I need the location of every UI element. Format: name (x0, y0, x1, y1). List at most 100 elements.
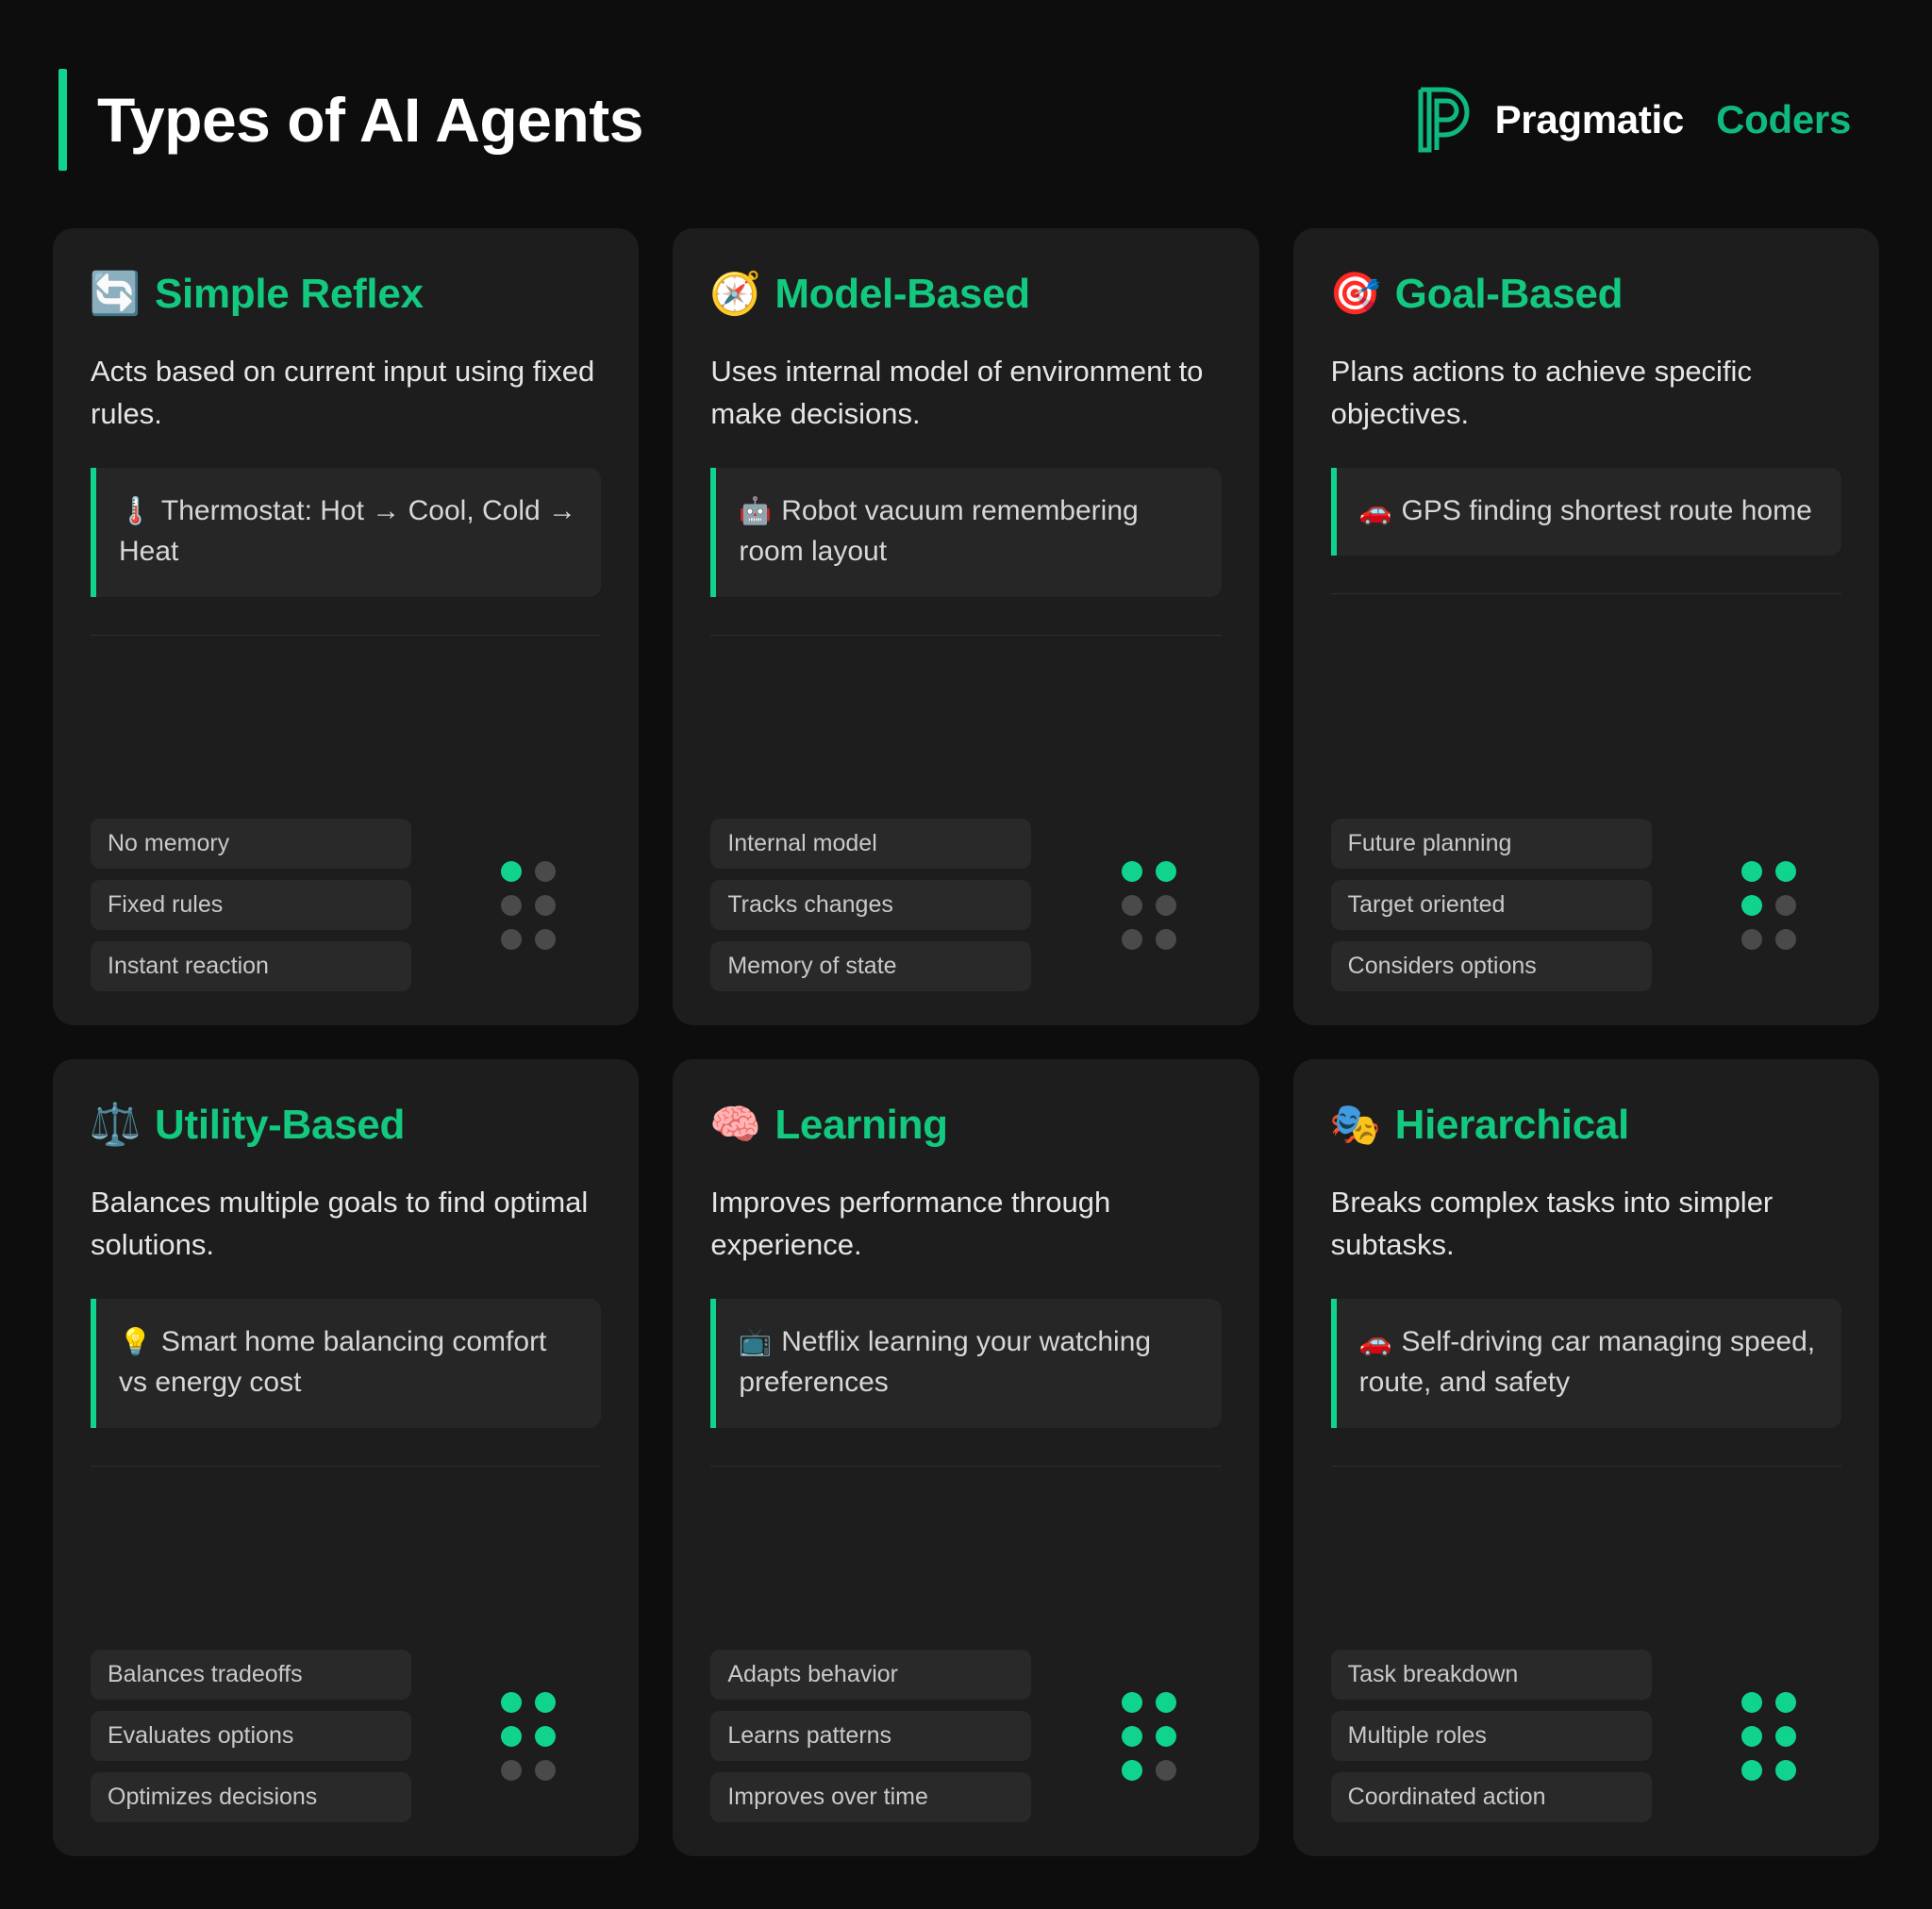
tag-chip: Memory of state (710, 941, 1032, 991)
tag-chip: Tracks changes (710, 880, 1032, 930)
tag-chip: Improves over time (710, 1772, 1032, 1822)
level-dot-empty (1121, 894, 1142, 916)
card-title: Hierarchical (1394, 1102, 1630, 1148)
brand-secondary-text: Coders (1716, 97, 1851, 141)
tag-chip: Multiple roles (1330, 1711, 1652, 1761)
example-callout: 🌡️ Thermostat: Hot → Cool, Cold → Heat (91, 467, 602, 597)
complexity-level-indicator (1740, 860, 1796, 950)
level-dot-empty (501, 928, 523, 950)
level-dot-filled (1121, 1691, 1142, 1713)
tag-chip: Evaluates options (91, 1711, 411, 1761)
agent-type-card: 🎭 Hierarchical Breaks complex tasks into s… (1292, 1059, 1879, 1856)
card-title: Model-Based (774, 271, 1030, 317)
level-dot-filled (1774, 1725, 1796, 1747)
card-description: Breaks complex tasks into simpler subtas… (1330, 1186, 1774, 1261)
card-divider (1330, 593, 1841, 595)
card-header: 🧠 Learning (709, 1101, 1221, 1150)
tag-list: Task breakdown Multiple roles Coordinated … (1330, 1650, 1652, 1822)
level-dot-filled (501, 860, 523, 882)
example-callout: 🚗 Self-driving car managing speed, route,… (1330, 1298, 1841, 1428)
card-divider (710, 634, 1222, 636)
tag-chip: No memory (91, 819, 411, 869)
level-dot-filled (1740, 1725, 1762, 1747)
balance-scale-icon: ⚖️ (89, 1102, 142, 1148)
example-callout: 📺 Netflix learning your watching preferen… (710, 1298, 1222, 1428)
example-callout: 🤖 Robot vacuum remembering room layout (710, 467, 1222, 597)
card-footer: Task breakdown Multiple roles Coordinated … (1330, 1650, 1841, 1822)
car-icon: 🚗 (1358, 1326, 1392, 1356)
dart-target-icon: 🎯 (1329, 271, 1382, 317)
tag-chip: Adapts behavior (710, 1650, 1032, 1700)
page-title: Types of AI Agents (97, 85, 643, 155)
card-footer: No memory Fixed rules Instant reaction (91, 819, 601, 991)
card-description: Balances multiple goals to find optimal … (91, 1186, 589, 1261)
complexity-level-indicator (501, 1691, 557, 1781)
complexity-level-indicator (501, 860, 557, 950)
level-dot-empty (1155, 894, 1176, 916)
level-dot-empty (1121, 928, 1142, 950)
level-dot-filled (1774, 860, 1796, 882)
complexity-level-indicator (1121, 1691, 1176, 1781)
level-dot-filled (535, 1691, 557, 1713)
car-icon: 🚗 (1358, 495, 1392, 525)
level-dot-filled (535, 1725, 557, 1747)
tag-chip: Internal model (710, 819, 1032, 869)
tag-list: No memory Fixed rules Instant reaction (91, 819, 411, 991)
card-divider (1330, 1465, 1841, 1467)
level-dot-filled (1155, 1691, 1176, 1713)
level-dot-empty (1774, 928, 1796, 950)
complexity-level-indicator (1740, 1691, 1796, 1781)
tag-chip: Target oriented (1330, 880, 1652, 930)
card-footer: Future planning Target oriented Considers … (1330, 819, 1841, 991)
agent-type-card: 🧭 Model-Based Uses internal model of envir… (673, 228, 1259, 1025)
example-text: Self-driving car managing speed, route, … (1358, 1325, 1816, 1399)
card-header: 🧭 Model-Based (708, 270, 1221, 319)
example-callout: 🚗 GPS finding shortest route home (1330, 467, 1841, 556)
level-dot-empty (1155, 1759, 1176, 1781)
tag-list: Adapts behavior Learns patterns Improves o… (710, 1650, 1032, 1822)
tag-list: Balances tradeoffs Evaluates options Optim… (91, 1650, 411, 1822)
title-wrap: Types of AI Agents (58, 69, 643, 171)
level-dot-filled (1774, 1691, 1796, 1713)
level-dot-empty (1155, 928, 1176, 950)
tag-list: Future planning Target oriented Considers … (1330, 819, 1652, 991)
card-description: Plans actions to achieve specific object… (1330, 355, 1752, 430)
card-description: Uses internal model of environment to ma… (710, 355, 1204, 430)
lightbulb-icon: 💡 (119, 1326, 152, 1356)
example-callout: 💡 Smart home balancing comfort vs energy … (91, 1298, 602, 1428)
level-dot-filled (501, 1725, 523, 1747)
level-dot-filled (1121, 860, 1142, 882)
card-description: Acts based on current input using fixed … (91, 355, 595, 430)
card-header: 🎭 Hierarchical (1329, 1101, 1841, 1150)
theater-masks-icon: 🎭 (1329, 1102, 1382, 1148)
level-dot-empty (535, 928, 557, 950)
level-dot-filled (1121, 1759, 1142, 1781)
tag-chip: Coordinated action (1330, 1772, 1652, 1822)
level-dot-filled (1774, 1759, 1796, 1781)
robot-icon: 🤖 (739, 495, 773, 525)
level-dot-empty (501, 1759, 523, 1781)
tag-chip: Future planning (1330, 819, 1652, 869)
header: Types of AI Agents Pragmatic Coders (53, 49, 1879, 191)
complexity-level-indicator (1121, 860, 1176, 950)
level-dot-empty (535, 1759, 557, 1781)
level-dot-empty (1740, 928, 1762, 950)
card-header: 🎯 Goal-Based (1329, 270, 1841, 319)
pragmatic-coders-monogram-icon (1418, 87, 1469, 153)
level-dot-empty (535, 894, 557, 916)
television-icon: 📺 (739, 1326, 773, 1356)
thermometer-icon: 🌡️ (119, 495, 152, 525)
infographic-page: Types of AI Agents Pragmatic Coders 🔄 Sim… (0, 0, 1932, 1909)
level-dot-filled (501, 1691, 523, 1713)
example-text: Robot vacuum remembering room layout (739, 494, 1139, 568)
level-dot-filled (1121, 1725, 1142, 1747)
brand-logo: Pragmatic Coders (1416, 86, 1879, 154)
card-title: Goal-Based (1394, 271, 1624, 317)
card-divider (91, 634, 602, 636)
level-dot-filled (1155, 1725, 1176, 1747)
level-dot-filled (1740, 894, 1762, 916)
tag-chip: Optimizes decisions (91, 1772, 411, 1822)
compass-icon: 🧭 (708, 271, 761, 317)
tag-chip: Learns patterns (710, 1711, 1032, 1761)
title-accent-bar (58, 69, 67, 171)
